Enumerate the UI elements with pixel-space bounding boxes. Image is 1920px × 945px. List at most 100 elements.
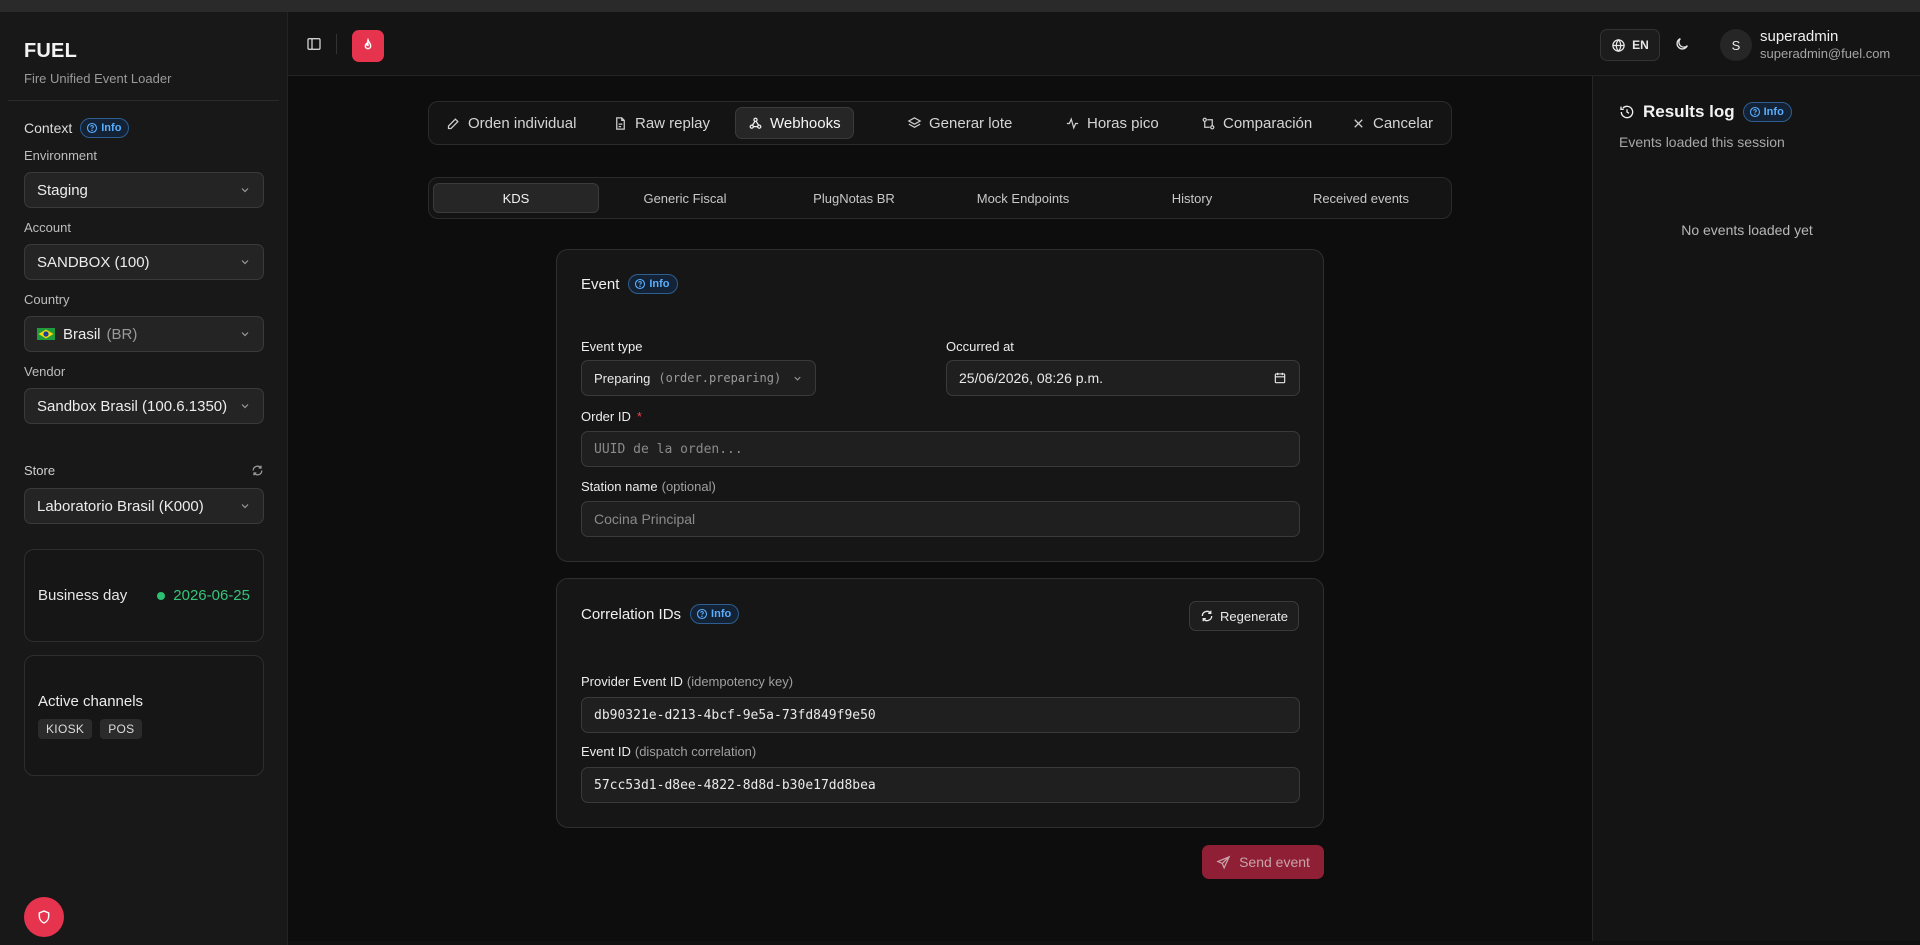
chevron-down-icon [794, 376, 801, 381]
tab-label: Generar lote [929, 114, 1013, 132]
tab-label: Raw replay [635, 114, 711, 132]
event-title: Event Info [581, 274, 678, 294]
refresh-icon[interactable] [251, 464, 264, 477]
send-event-button[interactable]: Send event [1202, 845, 1324, 879]
results-panel: Results log Info Events loaded this sess… [1592, 76, 1920, 941]
business-day-card: Business day 2026-06-25 [24, 549, 264, 642]
file-icon [616, 116, 625, 130]
event-info-badge[interactable]: Info [628, 274, 678, 294]
event-type-value: Preparing [594, 370, 651, 386]
subtab-mock-endpoints[interactable]: Mock Endpoints [940, 183, 1106, 213]
results-info-badge[interactable]: Info [1742, 102, 1792, 122]
account-select[interactable]: SANDBOX (100) [24, 244, 264, 280]
active-channels-label: Active channels [38, 693, 144, 710]
mode-tabs: Orden individual Raw replay Webhooks Gen… [428, 101, 1452, 145]
results-empty-state: No events loaded yet [1681, 222, 1813, 238]
app-logo[interactable] [352, 30, 384, 62]
shield-button[interactable] [24, 897, 64, 937]
store-label: Store [24, 463, 56, 478]
header-separator [336, 34, 337, 54]
channel-chip-kiosk: KIOSK [38, 719, 93, 739]
flame-icon [364, 38, 372, 50]
order-id-input[interactable]: UUID de la orden... [581, 431, 1300, 467]
business-day-date: 2026-06-25 [173, 587, 250, 604]
avatar[interactable]: S [1720, 29, 1752, 61]
tab-webhooks[interactable]: Webhooks [735, 107, 854, 139]
vendor-value: Sandbox Brasil (100.6.1350) [37, 397, 228, 415]
main-content: Orden individual Raw replay Webhooks Gen… [288, 76, 1592, 941]
event-type-label: Event type [581, 339, 643, 354]
environment-label: Environment [24, 148, 97, 163]
send-icon [1216, 855, 1231, 869]
x-icon [1354, 118, 1363, 128]
country-value: Brasil [63, 325, 101, 343]
results-log-title-text: Results log [1643, 102, 1735, 121]
event-panel: Event Info Event type Preparing (order.p… [556, 249, 1324, 562]
tab-orden-individual[interactable]: Orden individual [434, 107, 588, 139]
send-event-label: Send event [1239, 854, 1310, 870]
moon-icon[interactable] [1674, 36, 1690, 52]
tab-raw-replay[interactable]: Raw replay [601, 107, 722, 139]
country-select[interactable]: Brasil (BR) [24, 316, 264, 352]
regenerate-button[interactable]: Regenerate [1189, 601, 1299, 631]
brazil-flag-icon [37, 328, 55, 340]
regenerate-label: Regenerate [1220, 608, 1288, 624]
info-label: Info [711, 608, 732, 620]
tab-label: Comparación [1223, 114, 1313, 132]
event-id-value: 57cc53d1-d8ee-4822-8d8d-b30e17dd8bea [594, 777, 876, 793]
correlation-info-badge[interactable]: Info [690, 604, 740, 624]
required-mark: * [636, 409, 642, 424]
vendor-label: Vendor [24, 364, 66, 379]
correlation-title: Correlation IDs Info [581, 604, 740, 624]
event-id-hint: (dispatch correlation) [634, 744, 757, 759]
language-button[interactable]: EN [1600, 29, 1660, 61]
tab-cancelar[interactable]: Cancelar [1339, 107, 1445, 139]
user-name: superadmin [1760, 28, 1839, 45]
pencil-icon [447, 117, 459, 129]
station-name-hint: (optional) [661, 479, 716, 494]
tab-comparacion[interactable]: Comparación [1189, 107, 1324, 139]
user-info[interactable]: superadmin superadmin@fuel.com [1760, 28, 1890, 61]
calendar-icon[interactable] [1273, 371, 1287, 385]
account-value: SANDBOX (100) [37, 253, 150, 271]
subtab-history[interactable]: History [1109, 183, 1275, 213]
status-dot [157, 591, 166, 600]
event-id-input[interactable]: 57cc53d1-d8ee-4822-8d8d-b30e17dd8bea [581, 767, 1300, 803]
top-header: EN S superadmin superadmin@fuel.com [288, 12, 1920, 76]
store-select[interactable]: Laboratorio Brasil (K000) [24, 488, 264, 524]
globe-icon [1612, 38, 1625, 52]
chevron-down-icon [241, 260, 249, 265]
activity-icon [1066, 116, 1079, 130]
vendor-select[interactable]: Sandbox Brasil (100.6.1350) [24, 388, 264, 424]
tab-generar-lote[interactable]: Generar lote [895, 107, 1024, 139]
subtab-generic-fiscal[interactable]: Generic Fiscal [602, 183, 768, 213]
account-label: Account [24, 220, 71, 235]
tab-label: Orden individual [468, 114, 577, 132]
station-name-input[interactable]: Cocina Principal [581, 501, 1300, 537]
environment-select[interactable]: Staging [24, 172, 264, 208]
context-info-badge[interactable]: Info [80, 118, 130, 138]
station-name-label: Station name (optional) [581, 479, 716, 494]
user-email: superadmin@fuel.com [1760, 46, 1891, 61]
store-header: Store [24, 463, 264, 478]
occurred-at-label: Occurred at [946, 339, 1014, 354]
occurred-at-value: 25/06/2026, 08:26 p.m. [959, 370, 1103, 386]
subtab-received-events[interactable]: Received events [1278, 183, 1444, 213]
store-value: Laboratorio Brasil (K000) [37, 497, 204, 515]
tab-horas-pico[interactable]: Horas pico [1053, 107, 1171, 139]
tab-label: Cancelar [1373, 114, 1434, 132]
event-type-select[interactable]: Preparing (order.preparing) [581, 360, 816, 396]
provider-event-id-input[interactable]: db90321e-d213-4bcf-9e5a-73fd849f9e50 [581, 697, 1300, 733]
environment-value: Staging [37, 181, 88, 199]
sidebar-toggle-icon[interactable] [306, 36, 322, 52]
info-label: Info [101, 122, 122, 134]
language-code: EN [1632, 38, 1649, 52]
help-circle-icon [87, 122, 98, 134]
results-log-title: Results log Info [1619, 102, 1792, 122]
subtab-plugnotas-br[interactable]: PlugNotas BR [771, 183, 937, 213]
channel-chips: KIOSK POS [38, 719, 250, 739]
event-id-label: Event ID (dispatch correlation) [581, 744, 756, 759]
occurred-at-input[interactable]: 25/06/2026, 08:26 p.m. [946, 360, 1300, 396]
provider-event-id-hint: (idempotency key) [686, 674, 794, 689]
subtab-kds[interactable]: KDS [433, 183, 599, 213]
